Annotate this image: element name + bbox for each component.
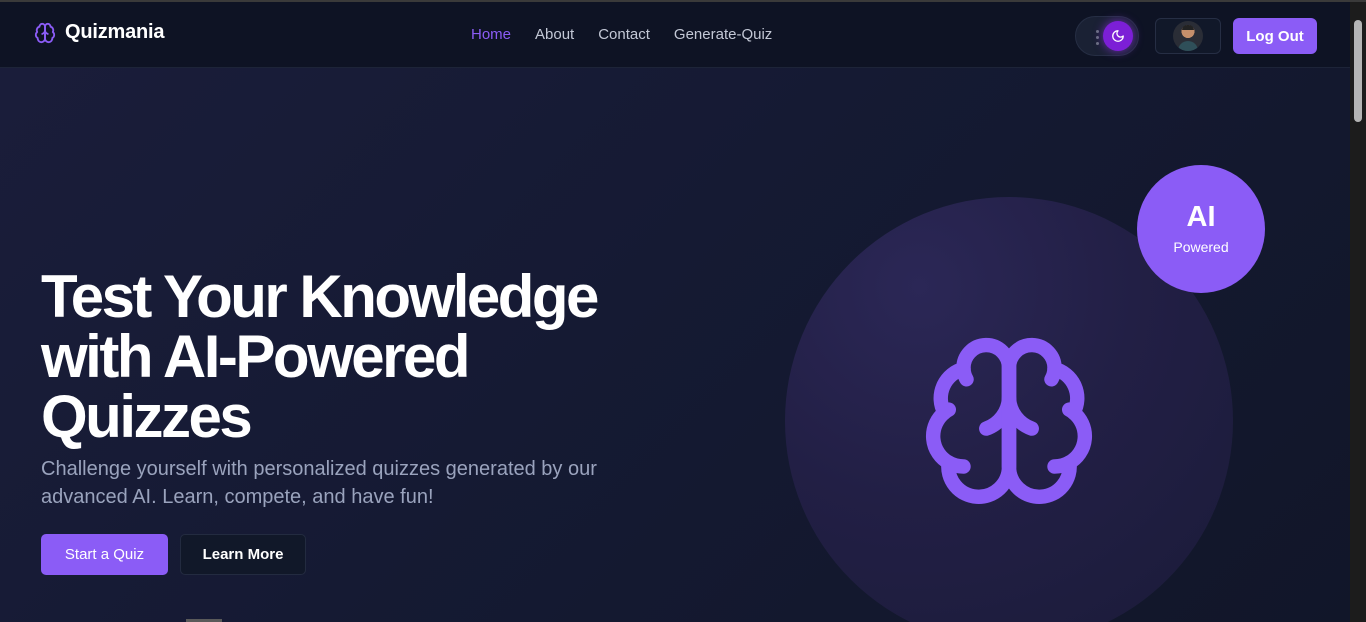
- brain-icon: [918, 330, 1100, 517]
- badge-subtitle: Powered: [1173, 239, 1229, 255]
- hero-subtitle: Challenge yourself with personalized qui…: [41, 458, 597, 508]
- badge-title: AI: [1186, 201, 1216, 233]
- main-nav: Home About Contact Generate-Quiz: [471, 26, 772, 43]
- nav-link-home[interactable]: Home: [471, 26, 511, 43]
- scrollbar-thumb[interactable]: [1354, 20, 1362, 122]
- hero-title: Test Your Knowledge with AI-Powered Quiz…: [41, 263, 599, 450]
- browser-viewport: Quizmania Home About Contact Generate-Qu…: [0, 0, 1366, 622]
- nav-link-about[interactable]: About: [535, 26, 574, 43]
- learn-more-button[interactable]: Learn More: [180, 534, 306, 575]
- hero-section: Test Your Knowledge with AI-Powered Quiz…: [0, 68, 1350, 622]
- avatar: [1173, 21, 1203, 51]
- theme-toggle[interactable]: [1075, 16, 1139, 56]
- brand-name: Quizmania: [65, 21, 165, 43]
- brand-logo[interactable]: Quizmania: [34, 21, 165, 44]
- ai-powered-badge: AI Powered: [1137, 165, 1265, 293]
- vertical-scrollbar[interactable]: [1350, 2, 1366, 622]
- start-quiz-button[interactable]: Start a Quiz: [41, 534, 168, 575]
- profile-button[interactable]: [1155, 18, 1221, 54]
- nav-link-contact[interactable]: Contact: [598, 26, 650, 43]
- navbar: Quizmania Home About Contact Generate-Qu…: [0, 2, 1350, 68]
- toggle-stars-icon: [1096, 30, 1100, 46]
- moon-icon: [1103, 21, 1133, 51]
- nav-link-generate-quiz[interactable]: Generate-Quiz: [674, 26, 772, 43]
- logout-button[interactable]: Log Out: [1233, 18, 1317, 54]
- brain-icon: [34, 22, 56, 44]
